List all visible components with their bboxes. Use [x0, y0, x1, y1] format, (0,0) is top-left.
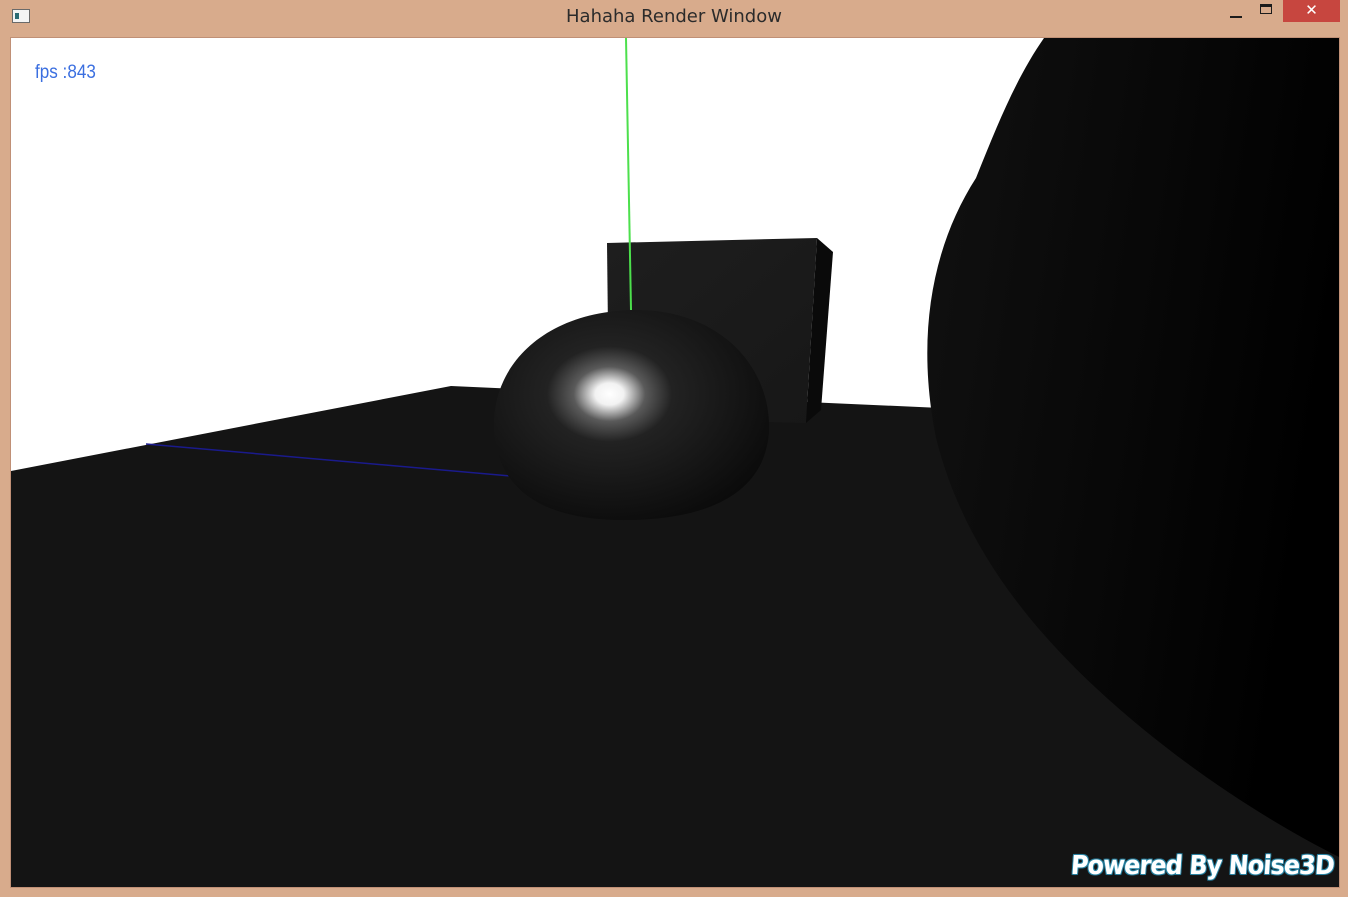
maximize-icon — [1260, 4, 1272, 14]
close-button[interactable]: ✕ — [1283, 0, 1340, 22]
engine-watermark: Powered By Noise3D — [1070, 851, 1336, 881]
sphere — [493, 309, 770, 521]
scene-canvas — [11, 38, 1339, 887]
minimize-button[interactable] — [1222, 0, 1250, 24]
render-viewport[interactable]: fps :843 Powered By Noise3D — [10, 37, 1340, 888]
title-bar[interactable]: Hahaha Render Window ✕ — [0, 0, 1348, 36]
maximize-button[interactable] — [1252, 0, 1280, 24]
minimize-icon — [1230, 16, 1242, 18]
close-icon: ✕ — [1305, 0, 1318, 19]
render-window: Hahaha Render Window ✕ fps:843 Powered … — [0, 0, 1348, 897]
window-title: Hahaha Render Window — [566, 6, 782, 27]
fps-counter: fps :843 — [35, 62, 96, 83]
